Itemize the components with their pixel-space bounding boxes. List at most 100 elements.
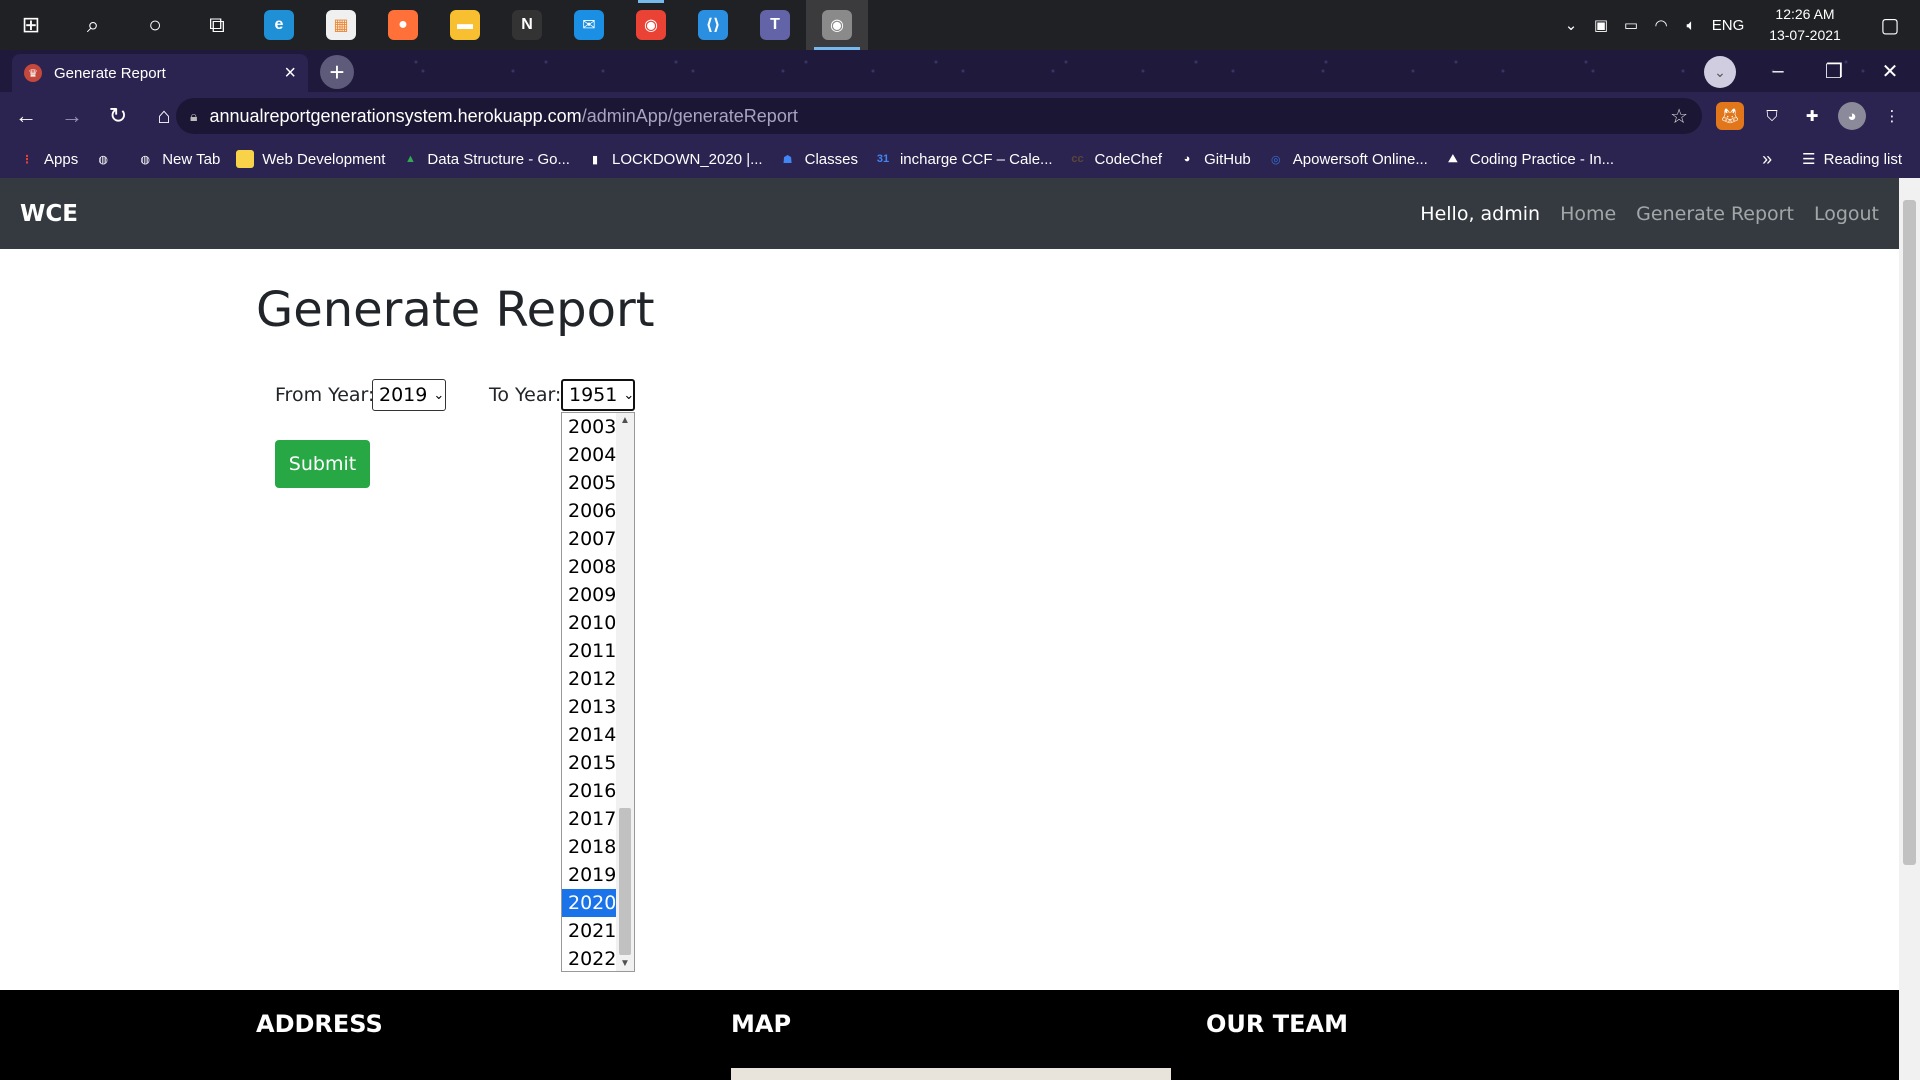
bookmark-item[interactable]: ⋮ Apps xyxy=(18,150,79,168)
store-taskbar-icon[interactable]: ▦ xyxy=(310,0,372,50)
scroll-up-icon[interactable]: ▲ xyxy=(616,415,634,426)
wifi-icon[interactable]: ◠ xyxy=(1646,16,1676,34)
bookmark-item[interactable]: ☗ Classes xyxy=(779,150,858,168)
year-option[interactable]: 2007 xyxy=(562,525,617,553)
chrome-active-taskbar-icon[interactable]: ◉ xyxy=(806,0,868,50)
dropdown-scrollbar[interactable]: ▲ ▼ xyxy=(616,413,634,971)
year-option[interactable]: 2006 xyxy=(562,497,617,525)
year-option[interactable]: 2019 xyxy=(562,861,617,889)
cortana-taskbar-icon[interactable]: ○ xyxy=(124,0,186,50)
year-option[interactable]: 2017 xyxy=(562,805,617,833)
forward-icon[interactable]: → xyxy=(52,96,92,136)
start-taskbar-icon[interactable]: ⊞ xyxy=(0,0,62,50)
close-window-button[interactable]: ✕ xyxy=(1862,50,1918,92)
volume-icon[interactable]: 🔈︎ xyxy=(1676,17,1706,34)
year-option[interactable]: 2013 xyxy=(562,693,617,721)
battery-icon[interactable]: ▭ xyxy=(1616,16,1646,34)
restore-button[interactable]: ❐ xyxy=(1806,50,1862,92)
notion-taskbar-icon[interactable]: N xyxy=(496,0,558,50)
bookmark-item[interactable]: ⛰ Coding Practice - In... xyxy=(1444,150,1614,168)
bookmark-favicon-icon: ◕ xyxy=(1183,153,1191,165)
nav-home-link[interactable]: Home xyxy=(1560,203,1616,225)
tab-search-icon[interactable]: ⌄ xyxy=(1704,56,1736,88)
menu-kebab-icon[interactable]: ⋮ xyxy=(1878,102,1906,130)
chevron-down-icon: ⌄ xyxy=(433,387,445,403)
close-tab-icon[interactable]: × xyxy=(284,62,296,85)
clock[interactable]: 12:26 AM 13-07-2021 xyxy=(1750,4,1860,46)
bookmark-item[interactable]: cc CodeChef xyxy=(1069,150,1162,168)
year-option[interactable]: 2008 xyxy=(562,553,617,581)
brand-logo[interactable]: WCE xyxy=(20,201,78,227)
scroll-down-icon[interactable]: ▼ xyxy=(616,958,634,969)
year-option[interactable]: 2005 xyxy=(562,469,617,497)
to-year-dropdown-list[interactable]: 2003 2004 2005 2006 2007 2008 2009 2010 2011 2012… xyxy=(561,412,635,972)
footer-map-embed[interactable] xyxy=(731,1068,1171,1080)
bookmark-item[interactable]: Web Development xyxy=(236,150,385,168)
search-taskbar-icon[interactable]: ⌕ xyxy=(62,0,124,50)
vscode-taskbar-icon[interactable]: ⟨⟩ xyxy=(682,0,744,50)
year-option[interactable]: 2015 xyxy=(562,749,617,777)
bookmark-favicon-icon: ▲ xyxy=(404,153,416,165)
year-option[interactable]: 2016 xyxy=(562,777,617,805)
nav-generate-report-link[interactable]: Generate Report xyxy=(1636,203,1794,225)
bookmark-star-icon[interactable]: ☆ xyxy=(1670,104,1688,129)
reading-list-icon[interactable]: ☰ xyxy=(1802,150,1815,168)
submit-button[interactable]: Submit xyxy=(275,440,370,488)
page-scroll-thumb[interactable] xyxy=(1903,200,1916,865)
year-option[interactable]: 2014 xyxy=(562,721,617,749)
footer-team-heading: OUR TEAM xyxy=(1206,1010,1348,1038)
year-option[interactable]: 2020 xyxy=(562,889,617,917)
address-bar[interactable]: 🔒︎ annualreportgenerationsystem.herokuap… xyxy=(176,98,1702,134)
lock-icon[interactable]: 🔒︎ xyxy=(190,108,197,125)
bookmarks-overflow-button[interactable]: » xyxy=(1762,149,1772,170)
bookmark-item[interactable]: ◕ GitHub xyxy=(1178,150,1251,168)
dropdown-scroll-thumb[interactable] xyxy=(619,808,631,955)
teams-taskbar-icon[interactable]: T xyxy=(744,0,806,50)
back-icon[interactable]: ← xyxy=(6,96,46,136)
from-year-value: 2019 xyxy=(379,384,428,406)
year-option[interactable]: 2004 xyxy=(562,441,617,469)
year-option[interactable]: 2021 xyxy=(562,917,617,945)
notification-icon[interactable]: ▢ xyxy=(1860,13,1920,38)
nav-logout-link[interactable]: Logout xyxy=(1814,203,1879,225)
bookmark-item[interactable]: ◍ New Tab xyxy=(136,150,220,168)
file-explorer-taskbar-icon[interactable]: ▬ xyxy=(434,0,496,50)
reload-icon[interactable]: ↻ xyxy=(98,96,138,136)
to-year-select[interactable]: 1951 ⌄ xyxy=(561,379,635,411)
bookmark-favicon-icon: ▮ xyxy=(591,153,599,166)
year-option[interactable]: 2010 xyxy=(562,609,617,637)
chrome-taskbar-icon[interactable]: ◉ xyxy=(620,0,682,50)
store-icon: ▦ xyxy=(326,10,356,40)
year-option[interactable]: 2018 xyxy=(562,833,617,861)
meet-icon[interactable]: ▣ xyxy=(1586,16,1616,34)
year-option[interactable]: 2022 xyxy=(562,945,617,971)
chevron-up-icon[interactable]: ⌄ xyxy=(1556,16,1586,34)
task-view-taskbar-icon[interactable]: ⧉ xyxy=(186,0,248,50)
bookmark-item[interactable]: ▮ LOCKDOWN_2020 |... xyxy=(586,150,763,168)
edge-taskbar-icon[interactable]: e xyxy=(248,0,310,50)
bookmark-favicon-icon: ◎ xyxy=(1270,153,1281,166)
firefox-taskbar-icon[interactable]: ● xyxy=(372,0,434,50)
year-option[interactable]: 2003 xyxy=(562,413,617,441)
new-tab-button[interactable]: + xyxy=(320,55,354,89)
extensions-puzzle-icon[interactable]: ✚ xyxy=(1798,102,1826,130)
year-option[interactable]: 2009 xyxy=(562,581,617,609)
minimize-button[interactable]: – xyxy=(1750,50,1806,92)
year-option[interactable]: 2011 xyxy=(562,637,617,665)
shield-extension-icon[interactable]: ⛉ xyxy=(1758,102,1786,130)
bookmark-item[interactable]: ◎ Apowersoft Online... xyxy=(1267,150,1428,168)
from-year-select[interactable]: 2019 ⌄ xyxy=(372,379,446,411)
metamask-extension-icon[interactable]: 🦊︎ xyxy=(1716,102,1744,130)
bookmark-item[interactable]: ▲ Data Structure - Go... xyxy=(401,150,570,168)
language-indicator[interactable]: ENG xyxy=(1706,17,1750,34)
tab-favicon-icon: ♛ xyxy=(24,64,42,82)
bookmark-item[interactable]: 31 incharge CCF – Cale... xyxy=(874,150,1053,168)
bookmark-favicon-icon: ⋮ xyxy=(21,153,33,166)
browser-tab[interactable]: ♛ Generate Report × xyxy=(12,54,308,92)
year-option[interactable]: 2012 xyxy=(562,665,617,693)
profile-avatar[interactable]: ◕ xyxy=(1838,102,1866,130)
reading-list-button[interactable]: Reading list xyxy=(1824,151,1902,168)
bookmark-label: GitHub xyxy=(1204,150,1251,168)
mail-taskbar-icon[interactable]: ✉ xyxy=(558,0,620,50)
bookmark-item[interactable]: ◍ xyxy=(94,150,120,168)
